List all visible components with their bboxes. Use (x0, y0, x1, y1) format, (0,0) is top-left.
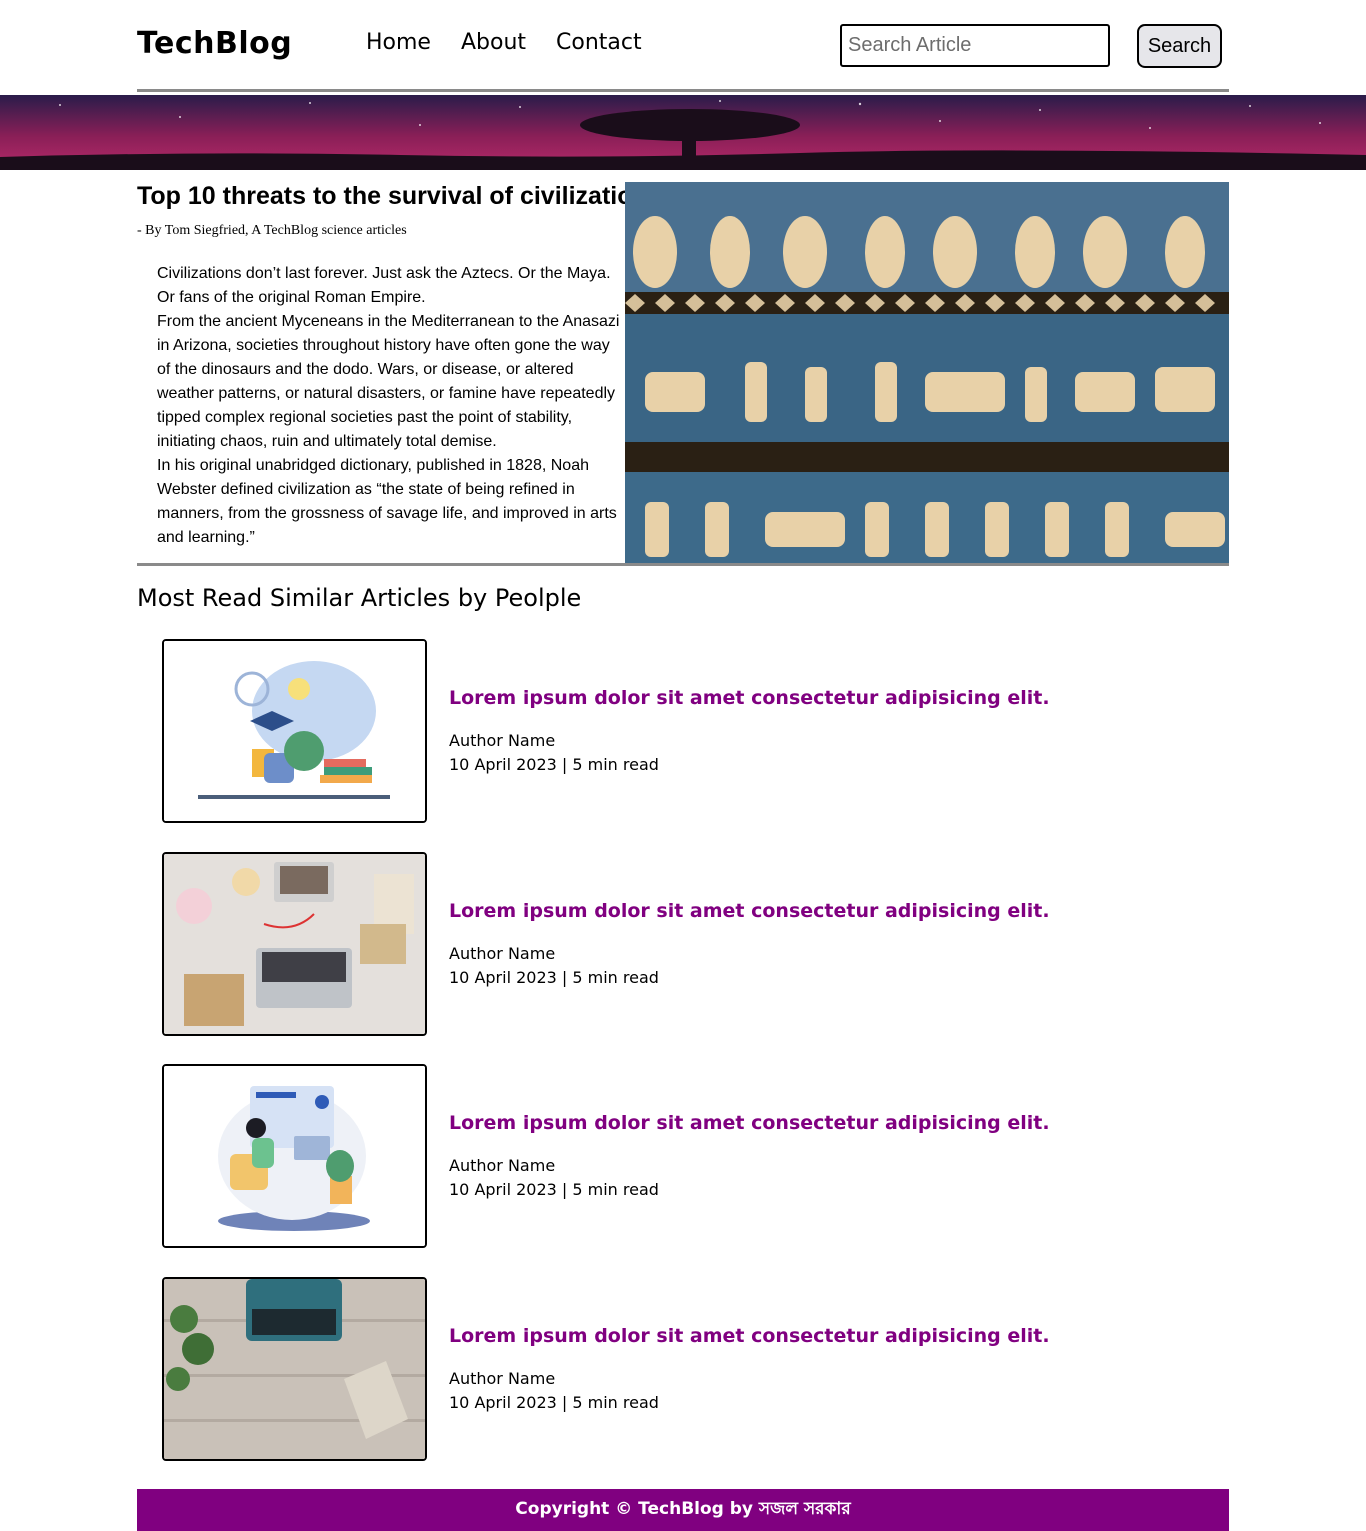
search-input[interactable] (840, 24, 1110, 67)
copyright-text: Copyright © TechBlog by সজল সরকার (515, 1499, 851, 1519)
article-title: Top 10 threats to the survival of civili… (137, 182, 648, 210)
article-card[interactable]: Lorem ipsum dolor sit amet consectetur a… (162, 1064, 1062, 1248)
site-logo[interactable]: TechBlog (137, 26, 292, 61)
article-card-author: Author Name (449, 1156, 556, 1175)
article-card-author: Author Name (449, 944, 556, 963)
article-card-meta: 10 April 2023 | 5 min read (449, 1180, 659, 1199)
article-card-title-link[interactable]: Lorem ipsum dolor sit amet consectetur a… (449, 1325, 1050, 1347)
article-body: Civilizations don’t last forever. Just a… (157, 262, 627, 550)
article-paragraph: In his original unabridged dictionary, p… (157, 457, 617, 546)
article-thumbnail-photo-typewriter[interactable] (162, 1277, 427, 1461)
article-card-meta: 10 April 2023 | 5 min read (449, 755, 659, 774)
nav-contact-link[interactable]: Contact (556, 30, 642, 55)
site-header: TechBlog Home About Contact Search (137, 0, 1229, 92)
hero-banner-image (0, 95, 1366, 170)
search-button[interactable]: Search (1137, 24, 1222, 68)
article-thumbnail-photo-desk[interactable] (162, 852, 427, 1036)
article-paragraph: From the ancient Myceneans in the Medite… (157, 313, 620, 450)
article-card-title-link[interactable]: Lorem ipsum dolor sit amet consectetur a… (449, 900, 1050, 922)
nav-home-link[interactable]: Home (366, 30, 431, 55)
article-card-title-link[interactable]: Lorem ipsum dolor sit amet consectetur a… (449, 687, 1050, 709)
article-card[interactable]: Lorem ipsum dolor sit amet consectetur a… (162, 1277, 1062, 1461)
article-card-title-link[interactable]: Lorem ipsum dolor sit amet consectetur a… (449, 1112, 1050, 1134)
similar-articles-heading: Most Read Similar Articles by Peolple (137, 584, 582, 612)
article-mosaic-image (625, 182, 1229, 563)
article-card-meta: 10 April 2023 | 5 min read (449, 1393, 659, 1412)
article-card[interactable]: Lorem ipsum dolor sit amet consectetur a… (162, 639, 1062, 823)
article-paragraph: Civilizations don’t last forever. Just a… (157, 265, 611, 306)
article-card-author: Author Name (449, 1369, 556, 1388)
site-footer: Copyright © TechBlog by সজল সরকার (137, 1489, 1229, 1531)
article-card-meta: 10 April 2023 | 5 min read (449, 968, 659, 987)
main-nav: Home About Contact (366, 30, 642, 55)
article-byline: - By Tom Siegfried, A TechBlog science a… (137, 223, 407, 238)
nav-about-link[interactable]: About (461, 30, 526, 55)
featured-article: Top 10 threats to the survival of civili… (137, 170, 1229, 566)
article-card-author: Author Name (449, 731, 556, 750)
article-thumbnail-illustration-workspace[interactable] (162, 1064, 427, 1248)
article-thumbnail-illustration-education[interactable] (162, 639, 427, 823)
article-card[interactable]: Lorem ipsum dolor sit amet consectetur a… (162, 852, 1062, 1036)
